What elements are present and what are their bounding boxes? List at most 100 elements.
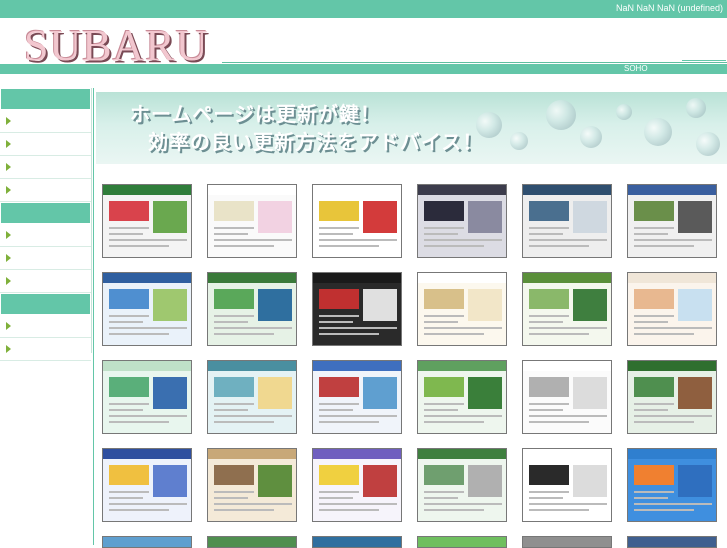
thumbnail-block	[319, 377, 359, 397]
site-thumbnail[interactable]	[627, 272, 717, 346]
thumbnail-block	[153, 377, 187, 409]
thumbnail-line	[424, 315, 464, 317]
thumbnail-line	[214, 321, 248, 323]
thumbnail-block	[109, 289, 149, 309]
thumbnail-header	[418, 273, 506, 283]
site-thumbnail[interactable]	[522, 360, 612, 434]
site-thumbnail[interactable]	[417, 536, 507, 548]
thumbnail-header	[523, 361, 611, 371]
thumbnail-block	[468, 289, 502, 321]
site-thumbnail[interactable]	[522, 272, 612, 346]
thumbnail-line	[529, 421, 589, 423]
nav-bar: SOHO	[0, 60, 727, 74]
thumbnail-line	[319, 403, 359, 405]
thumbnail-line	[109, 315, 149, 317]
site-thumbnail[interactable]	[312, 536, 402, 548]
thumbnail-line	[634, 415, 712, 417]
sidebar-item[interactable]	[0, 156, 91, 179]
thumbnail-line	[634, 421, 694, 423]
sidebar-item[interactable]	[0, 315, 91, 338]
site-thumbnail[interactable]	[102, 448, 192, 522]
banner-line-2: 効率の良い更新方法をアドバイス！	[148, 132, 484, 154]
site-thumbnail[interactable]	[627, 448, 717, 522]
thumbnail-line	[319, 497, 353, 499]
thumbnail-line	[634, 409, 668, 411]
sidebar-heading-1	[0, 88, 91, 110]
thumbnail-header	[628, 449, 716, 459]
site-thumbnail[interactable]	[417, 360, 507, 434]
site-thumbnail[interactable]	[522, 536, 612, 548]
site-thumbnail[interactable]	[312, 272, 402, 346]
thumbnail-line	[529, 233, 563, 235]
thumbnail-line	[424, 421, 484, 423]
site-thumbnail[interactable]	[417, 272, 507, 346]
date-text: NaN NaN NaN (undefined)	[615, 3, 723, 13]
site-thumbnail[interactable]	[312, 360, 402, 434]
thumbnail-block	[319, 289, 359, 309]
site-thumbnail[interactable]	[207, 184, 297, 258]
thumbnail-block	[424, 465, 464, 485]
thumbnail-block	[214, 465, 254, 485]
site-thumbnail[interactable]	[522, 448, 612, 522]
site-thumbnail[interactable]	[207, 536, 297, 548]
site-thumbnail[interactable]	[312, 184, 402, 258]
thumbnail-line	[424, 403, 464, 405]
sidebar-heading-2	[0, 202, 91, 224]
thumbnail-block	[214, 377, 254, 397]
thumbnail-block	[363, 289, 397, 321]
site-thumbnail[interactable]	[417, 448, 507, 522]
site-thumbnail[interactable]	[627, 360, 717, 434]
thumbnail-line	[634, 509, 694, 511]
sidebar-item[interactable]	[0, 270, 91, 293]
sidebar-item[interactable]	[0, 247, 91, 270]
thumbnail-line	[319, 421, 379, 423]
thumbnail-line	[529, 239, 607, 241]
site-thumbnail[interactable]	[207, 448, 297, 522]
site-thumbnail[interactable]	[627, 184, 717, 258]
sidebar-item[interactable]	[0, 179, 91, 202]
site-thumbnail[interactable]	[207, 272, 297, 346]
thumbnail-block	[678, 377, 712, 409]
thumbnail-line	[109, 503, 187, 505]
site-thumbnail[interactable]	[102, 184, 192, 258]
thumbnail-header	[628, 185, 716, 195]
thumbnail-header	[523, 185, 611, 195]
thumbnail-line	[529, 409, 563, 411]
thumbnail-block	[678, 465, 712, 497]
site-thumbnail[interactable]	[522, 184, 612, 258]
water-drop	[686, 98, 706, 118]
site-thumbnail[interactable]	[102, 360, 192, 434]
thumbnail-line	[424, 227, 464, 229]
thumbnail-line	[424, 233, 458, 235]
thumbnail-line	[529, 327, 607, 329]
site-thumbnail[interactable]	[102, 536, 192, 548]
thumbnail-block	[529, 465, 569, 485]
thumbnail-block	[634, 465, 674, 485]
arrow-icon	[6, 345, 11, 353]
thumbnail-line	[634, 327, 712, 329]
thumbnail-header	[523, 273, 611, 283]
thumbnail-line	[424, 497, 458, 499]
thumbnail-line	[424, 245, 484, 247]
arrow-icon	[6, 231, 11, 239]
thumbnail-line	[634, 321, 668, 323]
arrow-icon	[6, 117, 11, 125]
sidebar-item[interactable]	[0, 133, 91, 156]
sidebar	[0, 88, 92, 361]
thumbnail-block	[214, 201, 254, 221]
sidebar-item[interactable]	[0, 110, 91, 133]
thumbnail-line	[109, 321, 143, 323]
thumbnail-line	[529, 503, 607, 505]
site-thumbnail[interactable]	[417, 184, 507, 258]
site-thumbnail[interactable]	[312, 448, 402, 522]
sidebar-item[interactable]	[0, 338, 91, 361]
thumbnail-block	[258, 377, 292, 409]
sidebar-item[interactable]	[0, 224, 91, 247]
thumbnail-block	[424, 377, 464, 397]
thumbnail-block	[109, 465, 149, 485]
hero-banner: ホームページは更新が鍵！ 効率の良い更新方法をアドバイス！	[96, 92, 727, 164]
site-thumbnail[interactable]	[627, 536, 717, 548]
thumbnail-line	[214, 315, 254, 317]
site-thumbnail[interactable]	[102, 272, 192, 346]
site-thumbnail[interactable]	[207, 360, 297, 434]
